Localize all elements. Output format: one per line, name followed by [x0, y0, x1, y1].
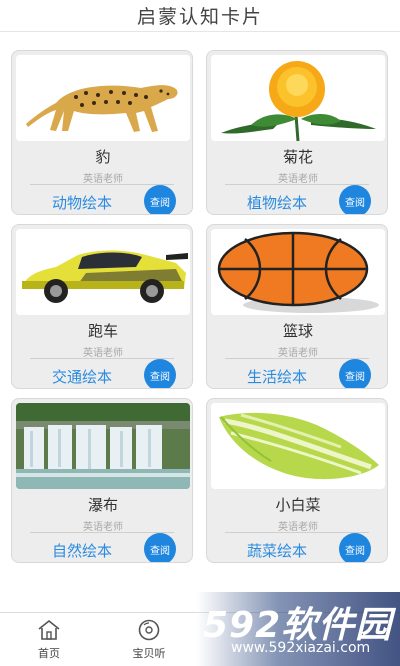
title-bar: 启蒙认知卡片: [0, 0, 400, 32]
card-divider: [225, 532, 369, 533]
card-sports-car[interactable]: 跑车 英语老师 交通绘本 查阅: [11, 224, 193, 389]
sports-car-image: [16, 229, 190, 315]
card-category[interactable]: 生活绘本: [247, 366, 307, 387]
tab-home[interactable]: 首页: [14, 619, 84, 661]
card-teacher: 英语老师: [278, 348, 318, 359]
card-category[interactable]: 植物绘本: [247, 192, 307, 213]
tab-listen-label: 宝贝听: [132, 647, 166, 660]
watermark-url: www.592xiazai.com: [231, 640, 371, 656]
card-category[interactable]: 蔬菜绘本: [247, 540, 307, 561]
view-button[interactable]: 查阅: [339, 185, 371, 214]
card-teacher: 英语老师: [278, 174, 318, 185]
card-divider: [30, 532, 174, 533]
card-divider: [225, 358, 369, 359]
card-title: 篮球: [282, 322, 313, 340]
view-button[interactable]: 查阅: [144, 359, 176, 388]
card-divider: [30, 358, 174, 359]
card-bok-choy[interactable]: 小白菜 英语老师 蔬菜绘本 查阅: [206, 398, 388, 563]
card-basketball[interactable]: 篮球 英语老师 生活绘本 查阅: [206, 224, 388, 389]
card-title: 小白菜: [275, 496, 321, 514]
card-teacher: 英语老师: [83, 348, 123, 359]
site-watermark: 592软件园 www.592xiazai.com: [197, 592, 400, 666]
card-teacher: 英语老师: [83, 522, 123, 533]
card-chrysanthemum[interactable]: 菊花 英语老师 植物绘本 查阅: [206, 50, 388, 215]
view-button[interactable]: 查阅: [144, 533, 176, 562]
view-button[interactable]: 查阅: [144, 185, 176, 214]
card-category[interactable]: 动物绘本: [52, 192, 112, 213]
card-teacher: 英语老师: [83, 174, 123, 185]
card-grid: 豹 英语老师 动物绘本 查阅 菊花 英语老师 植物绘本 查阅 跑车 英语老师 交…: [0, 32, 400, 592]
card-cheetah[interactable]: 豹 英语老师 动物绘本 查阅: [11, 50, 193, 215]
card-category[interactable]: 交通绘本: [52, 366, 112, 387]
page-title: 启蒙认知卡片: [136, 6, 263, 28]
card-teacher: 英语老师: [278, 522, 318, 533]
card-title: 跑车: [87, 322, 118, 340]
chrysanthemum-image: [211, 55, 385, 141]
bok-choy-image: [211, 403, 385, 489]
card-divider: [30, 184, 174, 185]
card-category[interactable]: 自然绘本: [52, 540, 112, 561]
card-title: 菊花: [282, 148, 313, 166]
card-title: 瀑布: [87, 496, 118, 514]
home-icon: [14, 619, 84, 641]
cheetah-image: [16, 55, 190, 141]
view-button[interactable]: 查阅: [339, 359, 371, 388]
tab-home-label: 首页: [38, 647, 60, 660]
view-button[interactable]: 查阅: [339, 533, 371, 562]
card-title: 豹: [95, 148, 111, 166]
card-waterfall[interactable]: 瀑布 英语老师 自然绘本 查阅: [11, 398, 193, 563]
disc-icon: [114, 619, 184, 641]
card-divider: [225, 184, 369, 185]
waterfall-image: [16, 403, 190, 489]
tab-listen[interactable]: 宝贝听: [114, 619, 184, 661]
basketball-image: [211, 229, 385, 315]
